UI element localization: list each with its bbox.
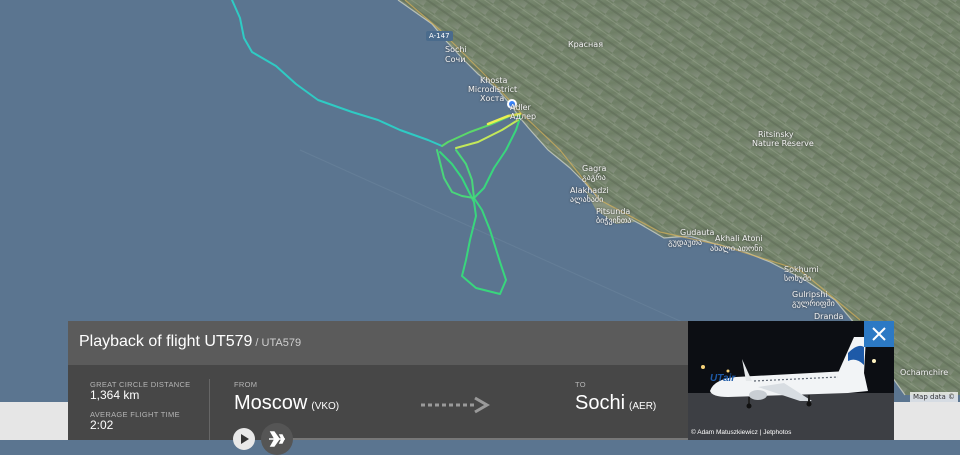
map-label-park-1: Ritsinsky (758, 130, 794, 139)
map-label-gagra-ka: გაგრა (582, 173, 606, 182)
map-attribution[interactable]: Map data © (910, 392, 958, 402)
map-label-khosta-ru: Хоста (480, 94, 505, 103)
map-label-akhali-atoni-ka: ახალი ათონი (710, 244, 763, 253)
destination-code: (AER) (629, 401, 657, 412)
map-label-gulripshi: Gulripshi (792, 290, 828, 299)
map-label-sochi: Sochi (445, 45, 467, 54)
panel-header: Playback of flight UT579/ UTA579 (68, 321, 688, 365)
map-label-akhali-atoni: Akhali Atoni (715, 234, 763, 243)
destination-city: Sochi (575, 392, 626, 414)
origin: Moscow (VKO) (234, 392, 339, 415)
origin-code: (VKO) (311, 401, 340, 412)
origin-city: Moscow (234, 392, 308, 414)
map-label-sokhumi-ka: სოხუმი (784, 274, 812, 283)
map-label-adler: Adler (510, 103, 531, 112)
close-icon (872, 327, 886, 341)
flight-time-value: 2:02 (90, 418, 114, 432)
flight-title: Playback of flight UT579 (79, 333, 253, 350)
photo-credit[interactable]: © Adam Matuszkiewicz | Jetphotos (691, 429, 791, 436)
to-label: TO (575, 380, 586, 389)
map-label-adler-ru: Адлер (510, 112, 537, 121)
route-arrow-icon (421, 396, 490, 414)
map-label-pitsunda: Pitsunda (596, 207, 631, 216)
map-label-dranda: Dranda (814, 312, 844, 321)
map-label-sokhumi: Sokhumi (784, 265, 819, 274)
map-label-khosta: Khosta (480, 76, 508, 85)
close-button[interactable] (864, 321, 894, 347)
map-label-alakhadzi: Alakhadzi (570, 186, 609, 195)
flight-playback-panel: Playback of flight UT579/ UTA579 GREAT C… (68, 321, 688, 455)
play-button[interactable] (233, 428, 255, 450)
distance-value: 1,364 km (90, 388, 140, 402)
plane-icon (269, 431, 285, 447)
map-label-gudauta: Gudauta (680, 228, 715, 237)
map-label-gulripshi-ka: გულრიფში (792, 299, 835, 308)
panel-divider (209, 379, 210, 440)
map-label-sochi-ru: Сочи (445, 55, 466, 64)
map-label-alakhadzi-ka: ალახაძი (570, 195, 604, 204)
map-label-krasnaya: Красная (568, 40, 604, 49)
plane-position-button[interactable] (261, 423, 293, 455)
map-label-khosta-district: Microdistrict (468, 85, 518, 94)
from-label: FROM (234, 380, 258, 389)
map-label-gagra: Gagra (582, 164, 607, 173)
map-label-ochamchire: Ochamchire (900, 368, 949, 377)
map-label-park-2: Nature Reserve (752, 139, 814, 148)
livery-logo: UTair (710, 373, 736, 384)
road-badge: A-147 (426, 31, 453, 41)
map-label-pitsunda-ka: ბიჭვინთა (596, 216, 632, 225)
destination: Sochi (AER) (575, 392, 656, 415)
callsign: / UTA579 (255, 337, 302, 349)
map-label-gudauta-ka: გუდაუთა (668, 238, 703, 247)
panel-title: Playback of flight UT579/ UTA579 (79, 333, 301, 351)
